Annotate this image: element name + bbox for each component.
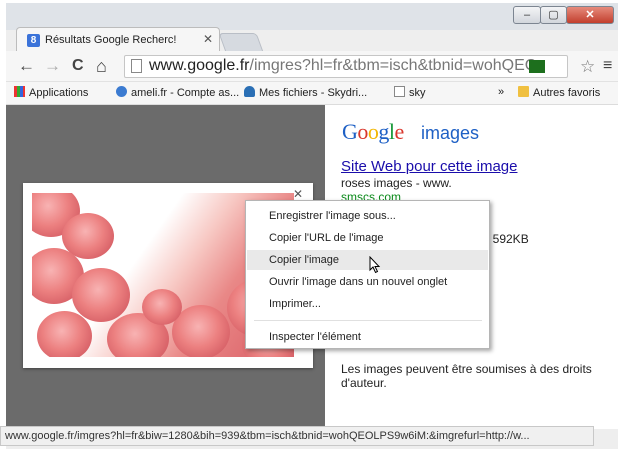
page-icon [394, 86, 405, 97]
menu-item-open-new-tab[interactable]: Ouvrir l'image dans un nouvel onglet [247, 272, 488, 292]
minimize-button[interactable]: – [513, 6, 541, 24]
image-description: roses images - www. [341, 176, 452, 190]
tab-google-results[interactable]: 8 Résultats Google Recherc! ✕ [16, 27, 220, 52]
page-icon [131, 59, 142, 73]
ameli-icon [116, 86, 127, 97]
bookmark-sky[interactable]: sky [394, 86, 426, 99]
menu-item-inspect[interactable]: Inspecter l'élément [247, 327, 488, 347]
bookmark-skydrive[interactable]: Mes fichiers - Skydri... [244, 86, 367, 99]
flag-icon[interactable] [529, 60, 545, 73]
tab-title: Résultats Google Recherc! [45, 34, 177, 46]
copyright-notice: Les images peuvent être soumises à des d… [341, 362, 592, 390]
images-label: images [421, 123, 480, 143]
browser-toolbar: ← → C ⌂ www.google.fr/imgres?hl=fr&tbm=i… [6, 51, 618, 82]
more-bookmarks-chevron-icon[interactable]: » [498, 86, 504, 98]
menu-separator [254, 320, 482, 321]
apps-grid-icon [14, 86, 25, 97]
bookmarks-bar: Applications ameli.fr - Compte as... Mes… [6, 82, 618, 105]
google-favicon-icon: 8 [27, 34, 40, 47]
bookmark-applications[interactable]: Applications [14, 86, 88, 99]
new-tab-button[interactable] [218, 33, 264, 52]
url-text: www.google.fr/imgres?hl=fr&tbm=isch&tbni… [149, 57, 537, 74]
chrome-menu-icon[interactable]: ≡ [603, 57, 612, 75]
context-menu: Enregistrer l'image sous... Copier l'URL… [245, 200, 490, 349]
window-controls: – ▢ ✕ [513, 6, 616, 28]
google-logo[interactable]: Google [342, 119, 404, 145]
status-bar: www.google.fr/imgres?hl=fr&biw=1280&bih=… [0, 426, 594, 446]
close-window-button[interactable]: ✕ [566, 6, 614, 24]
folder-icon [518, 86, 529, 97]
bookmark-other-favorites[interactable]: Autres favoris [518, 86, 600, 99]
menu-item-copy-image-url[interactable]: Copier l'URL de l'image [247, 228, 488, 248]
home-icon[interactable]: ⌂ [96, 57, 107, 75]
site-link[interactable]: Site Web pour cette image [341, 158, 517, 175]
close-preview-icon[interactable]: ✕ [293, 187, 303, 201]
bookmark-ameli[interactable]: ameli.fr - Compte as... [116, 86, 239, 99]
menu-item-copy-image[interactable]: Copier l'image [247, 250, 488, 270]
mouse-cursor-icon [369, 256, 381, 274]
back-arrow-icon[interactable]: ← [18, 57, 35, 75]
maximize-button[interactable]: ▢ [540, 6, 567, 24]
address-bar[interactable]: www.google.fr/imgres?hl=fr&tbm=isch&tbni… [124, 55, 568, 78]
forward-arrow-icon[interactable]: → [44, 57, 61, 75]
bookmark-star-icon[interactable]: ☆ [580, 57, 595, 77]
menu-item-save-image[interactable]: Enregistrer l'image sous... [247, 206, 488, 226]
skydrive-cloud-icon [244, 86, 255, 97]
menu-item-print[interactable]: Imprimer... [247, 294, 488, 314]
tab-close-icon[interactable]: ✕ [203, 32, 213, 46]
reload-icon[interactable]: C [72, 57, 84, 75]
